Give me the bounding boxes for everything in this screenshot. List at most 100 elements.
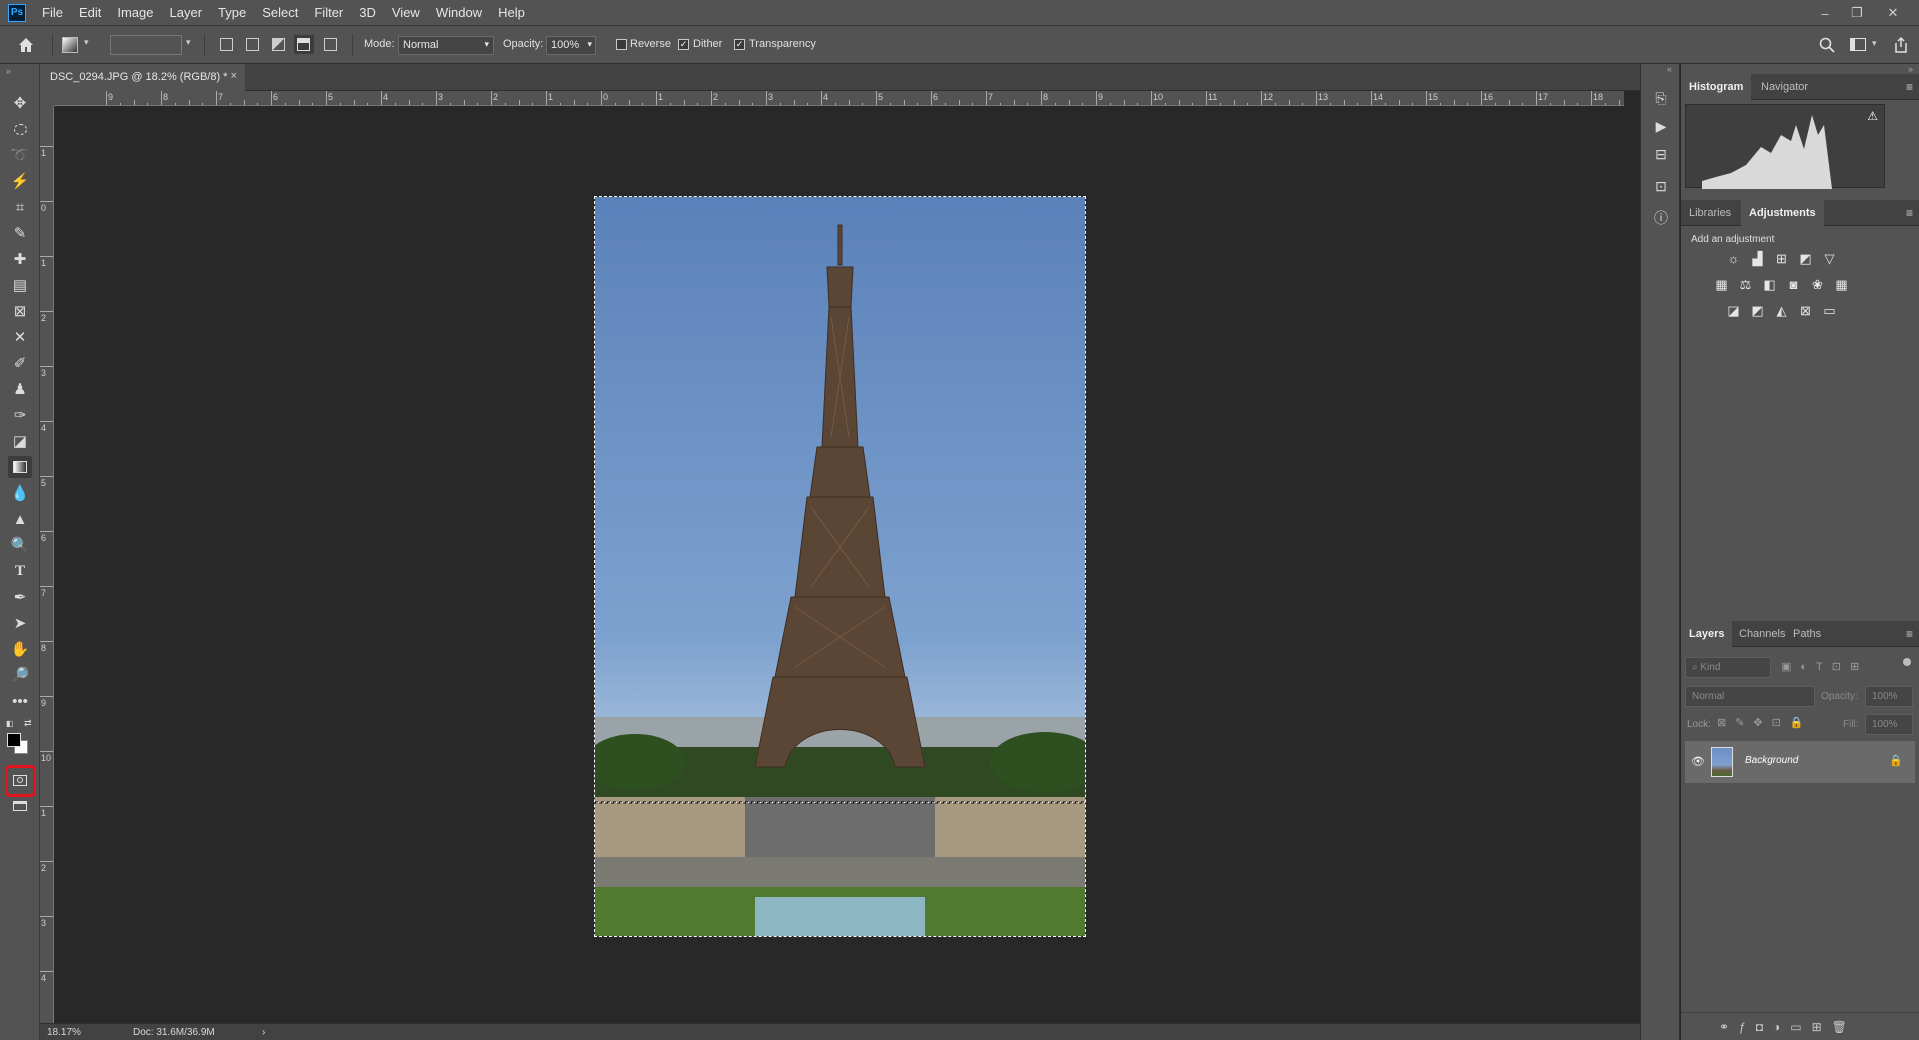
menu-layer[interactable]: Layer: [162, 0, 211, 26]
brightness-icon[interactable]: ☼: [1725, 250, 1742, 267]
reverse-checkbox[interactable]: [616, 39, 627, 50]
gradient-tool-preset-icon[interactable]: [62, 37, 78, 53]
dither-checkbox[interactable]: ✓: [678, 39, 689, 50]
lock-icon[interactable]: 🔒: [1889, 754, 1903, 767]
share-icon[interactable]: [1893, 36, 1909, 54]
menu-type[interactable]: Type: [210, 0, 254, 26]
move-tool-icon[interactable]: ✥: [8, 92, 32, 114]
exposure-icon[interactable]: ◩: [1797, 250, 1814, 267]
status-menu-arrow[interactable]: ›: [262, 1027, 265, 1038]
chevron-down-icon[interactable]: ▾: [84, 37, 89, 48]
menu-select[interactable]: Select: [254, 0, 306, 26]
tab-adjustments[interactable]: Adjustments: [1741, 200, 1824, 226]
chevron-down-icon[interactable]: ▾: [1872, 38, 1877, 49]
zoom-tool-icon[interactable]: 🔎: [8, 664, 32, 686]
lock-icons[interactable]: ⊠✎✥⊡🔒: [1717, 716, 1813, 729]
home-icon[interactable]: [16, 35, 36, 55]
radial-gradient-icon[interactable]: [246, 38, 259, 51]
selective-color-icon[interactable]: ⊠: [1797, 302, 1814, 319]
swap-colors-icon[interactable]: ⇄: [24, 718, 32, 729]
layer-row-background[interactable]: 👁 Background 🔒: [1685, 741, 1915, 783]
document-tab[interactable]: DSC_0294.JPG @ 18.2% (RGB/8) * ×: [40, 64, 245, 91]
menu-file[interactable]: File: [34, 0, 71, 26]
diamond-gradient-icon[interactable]: [324, 38, 337, 51]
eye-icon[interactable]: 👁: [1691, 755, 1705, 768]
collapse-arrows-icon[interactable]: «: [1667, 64, 1672, 74]
panel-menu-icon[interactable]: ≡: [1906, 206, 1913, 220]
dodge-tool-icon[interactable]: 🔍: [8, 534, 32, 556]
reflected-gradient-button[interactable]: [294, 35, 314, 54]
menu-edit[interactable]: Edit: [71, 0, 109, 26]
layer-action-icons[interactable]: ⚭ƒ◘◑▭⊞🗑: [1719, 1020, 1857, 1034]
default-colors-icon[interactable]: ◧: [6, 719, 14, 728]
invert-icon[interactable]: ◪: [1725, 302, 1742, 319]
document-image[interactable]: [594, 196, 1086, 937]
blend-mode-select[interactable]: Normal: [1685, 686, 1815, 707]
hand-tool-icon[interactable]: ✋: [8, 638, 32, 660]
panel-menu-icon[interactable]: ≡: [1906, 80, 1913, 94]
mode-select[interactable]: Normal ▾: [398, 36, 494, 55]
blur-tool-icon[interactable]: 💧: [8, 482, 32, 504]
vibrance-icon[interactable]: ▽: [1821, 250, 1838, 267]
posterize-icon[interactable]: ◩: [1749, 302, 1766, 319]
panel-menu-icon[interactable]: ≡: [1906, 627, 1913, 641]
gradient-picker[interactable]: [110, 35, 182, 55]
brush-settings-icon[interactable]: ⊡: [1649, 174, 1673, 198]
search-icon[interactable]: [1818, 36, 1836, 54]
gradient-map-icon[interactable]: ▭: [1821, 302, 1838, 319]
ruler-tool-icon[interactable]: ▤: [8, 274, 32, 296]
history-icon[interactable]: ⎘: [1649, 86, 1673, 110]
tab-paths[interactable]: Paths: [1785, 621, 1829, 647]
layer-opacity-field[interactable]: 100%: [1865, 686, 1913, 707]
tool-presets-icon[interactable]: ⊟: [1649, 142, 1673, 166]
filter-toggle-icon[interactable]: [1903, 658, 1911, 666]
history-brush-tool-icon[interactable]: ✑: [8, 404, 32, 426]
color-balance-icon[interactable]: ⚖: [1737, 276, 1754, 293]
sharpen-tool-icon[interactable]: ▲: [8, 508, 32, 530]
fill-field[interactable]: 100%: [1865, 714, 1913, 735]
healing-brush-tool-icon[interactable]: ✚: [8, 248, 32, 270]
zoom-level[interactable]: 18.17%: [47, 1027, 81, 1038]
foreground-color-swatch[interactable]: [7, 733, 21, 747]
photoshop-logo[interactable]: Ps: [8, 3, 26, 22]
menu-help[interactable]: Help: [490, 0, 533, 26]
photo-filter-icon[interactable]: ◙: [1785, 276, 1802, 293]
close-tab-icon[interactable]: ×: [231, 70, 237, 82]
layer-name[interactable]: Background: [1745, 755, 1798, 766]
threshold-icon[interactable]: ◭: [1773, 302, 1790, 319]
brush-tool-icon[interactable]: ✐: [8, 352, 32, 374]
layer-filter-icons[interactable]: ▣◐T⊡⊞: [1781, 660, 1868, 673]
marquee-tool-icon[interactable]: [8, 118, 32, 140]
menu-view[interactable]: View: [384, 0, 428, 26]
workspace-icon[interactable]: [1850, 38, 1866, 51]
menu-image[interactable]: Image: [109, 0, 161, 26]
color-lookup-icon[interactable]: ▦: [1833, 276, 1850, 293]
pen-tool-icon[interactable]: ✒: [8, 586, 32, 608]
clone-stamp-tool-icon[interactable]: ♟: [8, 378, 32, 400]
type-tool-icon[interactable]: T: [8, 560, 32, 582]
levels-icon[interactable]: ▟: [1749, 250, 1766, 267]
actions-play-icon[interactable]: ▶: [1649, 114, 1673, 138]
eyedropper-tool-icon[interactable]: ✎: [8, 222, 32, 244]
content-aware-move-tool-icon[interactable]: ✕: [8, 326, 32, 348]
eraser-tool-icon[interactable]: ◪: [8, 430, 32, 452]
frame-tool-icon[interactable]: ⊠: [8, 300, 32, 322]
warning-icon[interactable]: ⚠: [1867, 109, 1878, 123]
path-selection-tool-icon[interactable]: ➤: [8, 612, 32, 634]
lasso-tool-icon[interactable]: ➰: [8, 144, 32, 166]
channel-mixer-icon[interactable]: ❀: [1809, 276, 1826, 293]
linear-gradient-icon[interactable]: [220, 38, 233, 51]
close-window-button[interactable]: ✕: [1878, 0, 1908, 26]
collapse-arrows-icon[interactable]: »: [6, 66, 11, 76]
curves-icon[interactable]: ⊞: [1773, 250, 1790, 267]
transparency-checkbox[interactable]: ✓: [734, 39, 745, 50]
tab-histogram[interactable]: Histogram: [1681, 74, 1752, 100]
tab-navigator[interactable]: Navigator: [1753, 74, 1816, 100]
menu-window[interactable]: Window: [428, 0, 490, 26]
hue-saturation-icon[interactable]: ▦: [1713, 276, 1730, 293]
layer-filter-kind[interactable]: ⌕ Kind: [1685, 657, 1771, 678]
tab-libraries[interactable]: Libraries: [1681, 200, 1739, 226]
crop-tool-icon[interactable]: ⌗: [8, 196, 32, 218]
chevron-down-icon[interactable]: ▾: [186, 37, 191, 48]
black-white-icon[interactable]: ◧: [1761, 276, 1778, 293]
